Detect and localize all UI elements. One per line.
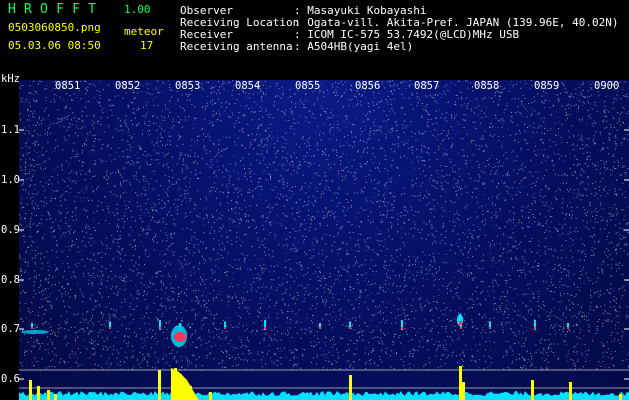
frequency-unit-label: kHz (1, 73, 20, 85)
meteor-count-spike (462, 382, 465, 400)
spectrogram-plot (19, 80, 629, 400)
meteor-echo (349, 327, 351, 329)
meteor-echo (567, 323, 569, 327)
meteor-label: meteor (124, 25, 164, 38)
freq-tick-label: 1.0 (1, 174, 20, 186)
meteor-count-peak (171, 368, 199, 400)
time-tick-label: 0858 (474, 80, 500, 92)
meteor-echo (109, 327, 111, 329)
meteor-echo (319, 327, 321, 329)
freq-tick-label: 0.6 (1, 373, 20, 385)
time-tick-label: 0852 (115, 80, 141, 92)
freq-tick-label: 0.8 (1, 274, 20, 286)
freq-tick-label: 1.1 (1, 124, 20, 136)
meteor-count-spike (47, 390, 50, 400)
meteor-count: 17 (140, 39, 154, 52)
meteor-echo (319, 323, 321, 327)
app-version: 1.00 (124, 3, 151, 16)
time-tick-label: 0900 (594, 80, 620, 92)
meteor-echo (534, 327, 536, 329)
time-tick-label: 0854 (235, 80, 261, 92)
meteor-count-layer (19, 366, 629, 400)
meteor-count-spike (29, 380, 32, 400)
freq-tick-label: 0.9 (1, 224, 20, 236)
meteor-count-spike (569, 382, 572, 400)
meteor-count-spike (531, 380, 534, 400)
meteor-echo (489, 327, 491, 329)
meteor-count-spike (209, 392, 212, 400)
meteor-echo (460, 327, 462, 329)
app-name: HROFFT (8, 2, 105, 17)
meteor-count-spike (459, 366, 462, 400)
meteor-count-spike (619, 394, 622, 400)
meteor-echo (264, 327, 266, 329)
time-tick-label: 0859 (534, 80, 560, 92)
noise-floor-trace (19, 391, 629, 400)
time-tick-label: 0851 (55, 80, 81, 92)
strong-meteor-echo (174, 332, 186, 342)
freq-tick-label: 0.7 (1, 323, 20, 335)
hrofft-window: HROFFT 1.00 0503060850.png 05.03.06 08:5… (0, 0, 629, 400)
time-tick-label: 0857 (414, 80, 440, 92)
meteor-count-spike (37, 386, 40, 400)
meteor-echo (159, 327, 161, 329)
capture-datetime: 05.03.06 08:50 (8, 39, 101, 52)
antenna-label: Receiving antenna (180, 40, 293, 53)
meteor-count-spike (349, 375, 352, 400)
antenna-value: : A504HB(yagi 4el) (294, 40, 414, 53)
meteor-echo (567, 327, 569, 329)
meteor-echo (224, 327, 226, 329)
meteor-echo (31, 323, 33, 327)
meteor-echo (21, 330, 49, 334)
meteor-count-spike (54, 394, 57, 400)
meteor-echo (31, 327, 33, 329)
meteor-echo (459, 321, 462, 325)
time-tick-label: 0855 (295, 80, 321, 92)
spectrogram-canvas (19, 80, 629, 400)
time-tick-label: 0853 (175, 80, 201, 92)
meteor-echo (401, 327, 403, 329)
noise-layer (19, 80, 629, 380)
time-tick-label: 0856 (355, 80, 381, 92)
meteor-count-spike (158, 370, 161, 400)
image-filename: 0503060850.png (8, 21, 101, 34)
